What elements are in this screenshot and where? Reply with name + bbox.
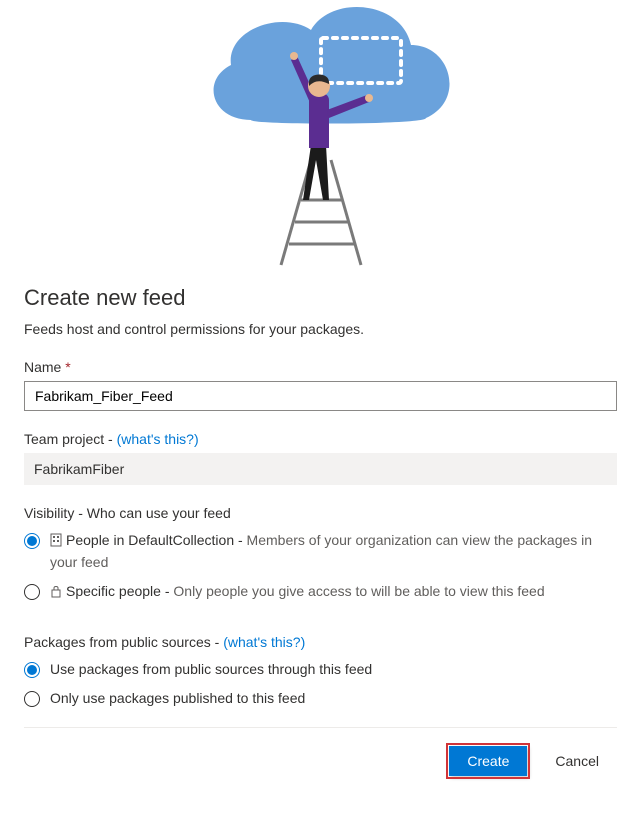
radio-button[interactable] [24,691,40,707]
organization-icon [50,533,62,553]
cloud-person-illustration [171,0,471,270]
name-label: Name * [24,359,617,375]
option-desc: Only people you give access to will be a… [173,583,544,599]
radio-button[interactable] [24,533,40,549]
team-project-help-link[interactable]: (what's this?) [117,431,199,447]
option-label: Use packages from public sources through… [50,660,617,680]
team-project-label: Team project - (what's this?) [24,431,617,447]
divider [24,727,617,728]
page-title: Create new feed [24,285,617,311]
radio-button[interactable] [24,584,40,600]
lock-icon [50,584,62,604]
dialog-actions: Create Cancel [24,746,617,776]
visibility-option-specific[interactable]: Specific people - Only people you give a… [24,582,617,604]
cancel-button[interactable]: Cancel [537,746,617,776]
team-project-value: FabrikamFiber [24,453,617,485]
name-input[interactable] [24,381,617,411]
visibility-option-collection[interactable]: People in DefaultCollection - Members of… [24,531,617,572]
option-title: Specific people - [66,583,173,599]
option-title: People in DefaultCollection - [66,532,247,548]
radio-button[interactable] [24,662,40,678]
hero-illustration [24,0,617,273]
create-button[interactable]: Create [449,746,527,776]
sources-option-published[interactable]: Only use packages published to this feed [24,689,617,709]
visibility-section-label: Visibility - Who can use your feed [24,505,617,521]
sources-help-link[interactable]: (what's this?) [223,634,305,650]
sources-option-public[interactable]: Use packages from public sources through… [24,660,617,680]
sources-section-label: Packages from public sources - (what's t… [24,634,617,650]
option-label: Only use packages published to this feed [50,689,617,709]
page-subtitle: Feeds host and control permissions for y… [24,321,617,337]
required-marker: * [65,359,70,375]
